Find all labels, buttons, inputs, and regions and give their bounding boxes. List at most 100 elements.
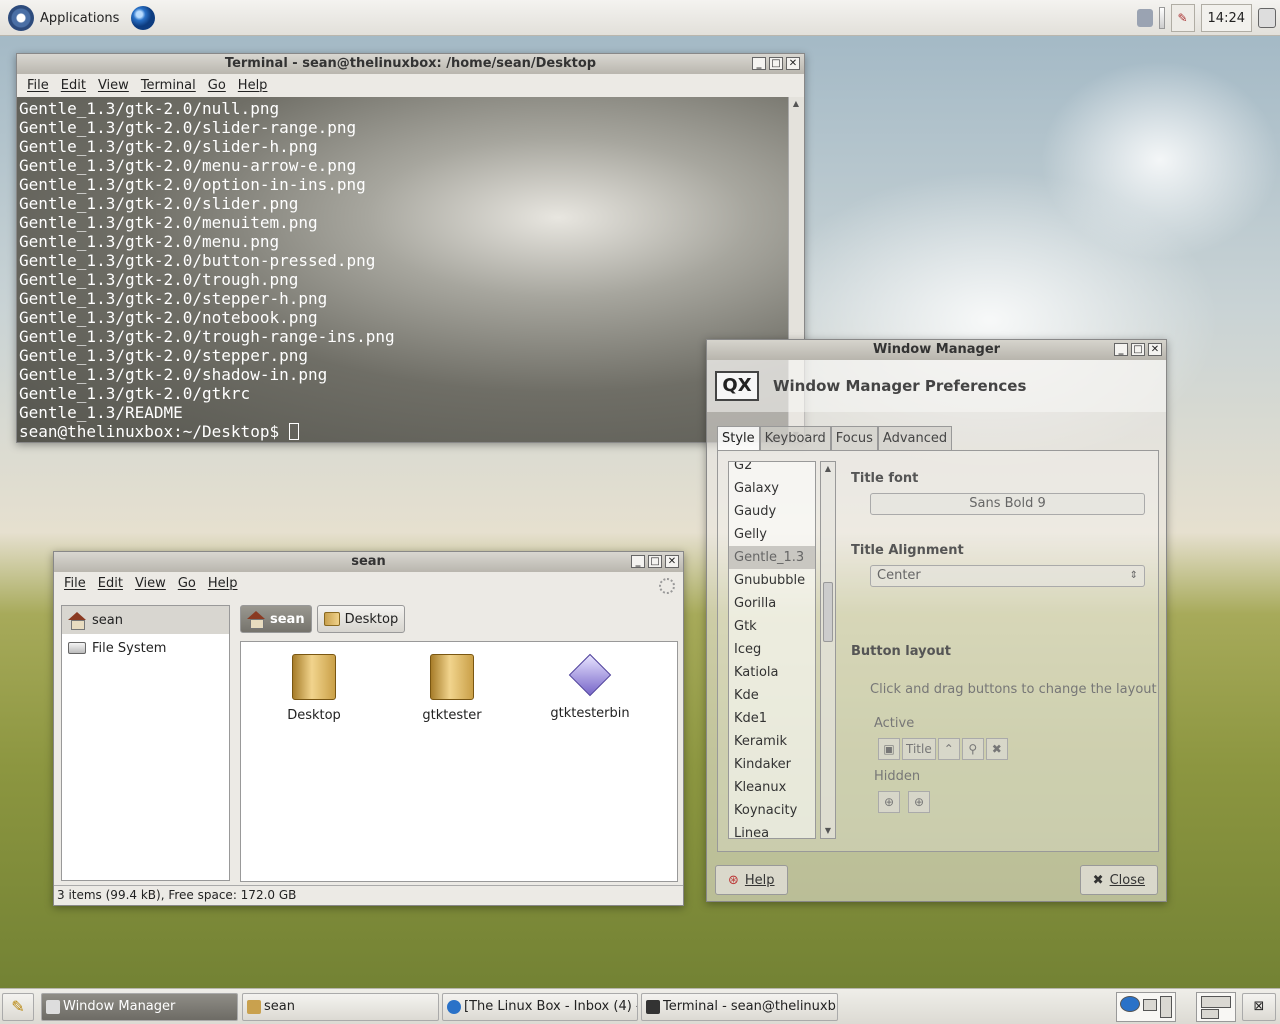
close-dialog-button[interactable]: ✖ Close <box>1079 865 1158 895</box>
maximize-button[interactable]: □ <box>769 57 783 70</box>
session-icon[interactable] <box>1258 8 1276 28</box>
close-layout-button-icon[interactable]: ✖ <box>985 738 1008 760</box>
theme-item[interactable]: Keramik <box>729 730 815 753</box>
wm-titlebar[interactable]: Window Manager _ □ ✕ <box>707 340 1166 360</box>
shade-button-icon[interactable]: ⌃ <box>937 738 960 760</box>
hidden-buttons-strip: ⊕ ⊕ <box>878 791 930 813</box>
sidebar-item-file-system[interactable]: File System <box>62 634 229 662</box>
menu-terminal[interactable]: Terminal <box>135 78 202 93</box>
title-layout-button[interactable]: Title <box>902 738 936 760</box>
path-button-desktop[interactable]: Desktop <box>316 605 406 633</box>
sidebar-item-sean[interactable]: sean <box>62 606 229 634</box>
file-item-gtktesterbin[interactable]: gtktesterbin <box>535 653 645 721</box>
terminal-line: Gentle_1.3/gtk-2.0/slider-range.png <box>19 118 357 137</box>
web-browser-launcher-icon[interactable] <box>131 6 156 30</box>
path-button-sean[interactable]: sean <box>240 605 312 633</box>
tab-advanced[interactable]: Advanced <box>877 426 953 450</box>
wm-tabs: Style Keyboard Focus Advanced <box>717 426 953 450</box>
pager-window-thumb <box>1143 999 1157 1011</box>
bottom-panel: ✎ Window Manager sean [The Linux Box - I… <box>0 988 1280 1024</box>
menu-help[interactable]: Help <box>202 576 244 591</box>
theme-item[interactable]: Gelly <box>729 523 815 546</box>
menu-view[interactable]: View <box>92 78 135 93</box>
taskbar-item-terminal[interactable]: Terminal - sean@thelinuxb... <box>641 993 838 1021</box>
menu-go[interactable]: Go <box>172 576 202 591</box>
drive-icon <box>68 642 86 654</box>
close-button[interactable]: ✕ <box>665 555 679 568</box>
tab-keyboard[interactable]: Keyboard <box>759 426 831 450</box>
terminal-prompt-line: sean@thelinuxbox:~/Desktop$ <box>19 422 788 441</box>
minimize-button[interactable]: _ <box>631 555 645 568</box>
theme-item[interactable]: Linea <box>729 822 815 838</box>
taskbar-item-inbox[interactable]: [The Linux Box - Inbox (4) -... <box>442 993 638 1021</box>
minimize-button[interactable]: _ <box>1114 343 1128 356</box>
theme-item[interactable]: Kde <box>729 684 815 707</box>
maximize-button[interactable]: □ <box>1131 343 1145 356</box>
hidden-button-icon[interactable]: ⊕ <box>908 791 930 813</box>
theme-item[interactable]: Katiola <box>729 661 815 684</box>
file-item-desktop[interactable]: Desktop <box>259 654 369 723</box>
theme-item[interactable]: Gtk <box>729 615 815 638</box>
scroll-up-arrow-icon[interactable]: ▲ <box>821 462 835 476</box>
folder-icon <box>430 654 474 700</box>
scroll-up-arrow-icon[interactable]: ▲ <box>789 97 803 111</box>
menu-button-icon[interactable]: ▣ <box>878 738 900 760</box>
menu-help[interactable]: Help <box>232 78 274 93</box>
theme-item[interactable]: Galaxy <box>729 477 815 500</box>
help-button[interactable]: ⊛ Help <box>715 865 788 895</box>
theme-item[interactable]: Gnububble <box>729 569 815 592</box>
network-icon[interactable] <box>1136 9 1153 27</box>
taskbar-item-window-manager[interactable]: Window Manager <box>41 993 238 1021</box>
scroll-thumb[interactable] <box>823 582 833 642</box>
show-desktop-button[interactable]: ✎ <box>2 993 34 1021</box>
notes-icon[interactable]: ✎ <box>1170 4 1195 32</box>
tab-style[interactable]: Style <box>717 426 760 450</box>
title-font-button[interactable]: Sans Bold 9 <box>870 493 1145 515</box>
taskbar-item-sean[interactable]: sean <box>242 993 439 1021</box>
file-item-gtktester[interactable]: gtktester <box>397 654 507 723</box>
minimize-button[interactable]: _ <box>752 57 766 70</box>
workspace-pager-2[interactable] <box>1196 992 1236 1022</box>
clock[interactable]: 14:24 <box>1200 4 1252 32</box>
theme-item-selected[interactable]: Gentle_1.3 <box>729 546 815 569</box>
maximize-button[interactable]: □ <box>648 555 662 568</box>
menu-edit[interactable]: Edit <box>55 78 92 93</box>
terminal-line: Gentle_1.3/gtk-2.0/notebook.png <box>19 308 318 327</box>
theme-item[interactable]: Iceg <box>729 638 815 661</box>
theme-item[interactable]: Koynacity <box>729 799 815 822</box>
trash-icon: ⊠ <box>1253 999 1265 1014</box>
theme-item[interactable]: Kleanux <box>729 776 815 799</box>
menu-go[interactable]: Go <box>202 78 232 93</box>
scroll-down-arrow-icon[interactable]: ▼ <box>821 824 835 838</box>
theme-list-scrollbar[interactable]: ▲ ▼ <box>820 461 836 839</box>
stick-button-icon[interactable]: ⚲ <box>961 738 984 760</box>
terminal-line: Gentle_1.3/gtk-2.0/option-in-ins.png <box>19 175 366 194</box>
pager-window-thumb <box>1120 996 1140 1012</box>
sidebar-item-label: File System <box>92 640 167 656</box>
tab-focus[interactable]: Focus <box>830 426 878 450</box>
wm-header-title: Window Manager Preferences <box>773 377 1027 395</box>
terminal-output[interactable]: Gentle_1.3/gtk-2.0/null.png Gentle_1.3/g… <box>17 97 790 442</box>
menu-edit[interactable]: Edit <box>92 576 129 591</box>
menu-file[interactable]: File <box>58 576 92 591</box>
hidden-button-icon[interactable]: ⊕ <box>878 791 900 813</box>
title-alignment-select[interactable]: Center ⇕ <box>870 565 1145 587</box>
theme-item[interactable]: Kindaker <box>729 753 815 776</box>
home-icon <box>68 612 86 630</box>
theme-item[interactable]: Gaudy <box>729 500 815 523</box>
applications-menu[interactable]: Applications <box>4 4 159 32</box>
wallpaper-cloud <box>1040 60 1280 260</box>
theme-item[interactable]: Kde1 <box>729 707 815 730</box>
theme-item[interactable]: Gorilla <box>729 592 815 615</box>
workspace-pager-1[interactable] <box>1116 992 1176 1022</box>
close-button[interactable]: ✕ <box>1148 343 1162 356</box>
volume-bar[interactable] <box>1158 7 1165 29</box>
menu-view[interactable]: View <box>129 576 172 591</box>
menu-file[interactable]: File <box>21 78 55 93</box>
file-manager-titlebar[interactable]: sean _ □ ✕ <box>54 552 683 572</box>
terminal-titlebar[interactable]: Terminal - sean@thelinuxbox: /home/sean/… <box>17 54 804 74</box>
trash-applet-button[interactable]: ⊠ <box>1242 993 1276 1021</box>
system-tray: ✎ 14:24 <box>1136 3 1276 33</box>
close-button[interactable]: ✕ <box>786 57 800 70</box>
theme-item[interactable]: G2 <box>729 462 815 477</box>
